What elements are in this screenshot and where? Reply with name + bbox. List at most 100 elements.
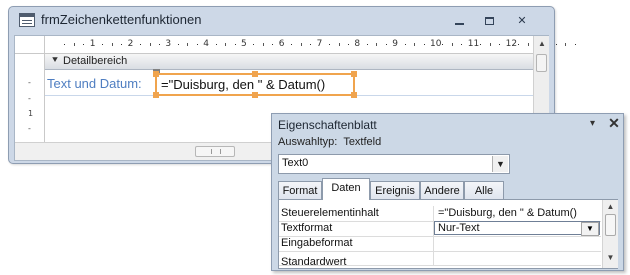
- property-name: Standardwert: [281, 256, 347, 266]
- vertical-ruler-mark: 1: [28, 109, 34, 118]
- ruler-tick: [300, 43, 302, 46]
- ruler-tick: [414, 43, 416, 46]
- ruler-tick: [451, 43, 453, 46]
- resize-handle[interactable]: [252, 92, 258, 98]
- property-value[interactable]: ="Duisburg, den " & Datum(): [438, 207, 577, 219]
- ruler-tick: [262, 43, 264, 46]
- restore-button[interactable]: [479, 13, 501, 29]
- form-app-icon: [19, 13, 35, 27]
- ruler-tick: [489, 43, 491, 46]
- ruler-number: 8: [354, 39, 361, 49]
- tab-alle[interactable]: Alle: [464, 181, 504, 199]
- resize-handle[interactable]: [153, 92, 159, 98]
- ruler-tick: [404, 44, 406, 45]
- restore-icon: [485, 17, 494, 25]
- ruler-tick: [565, 43, 567, 46]
- resize-handle[interactable]: [153, 71, 159, 77]
- ruler-tick: [442, 44, 444, 45]
- ruler-number: 3: [165, 39, 172, 49]
- tab-format[interactable]: Format: [278, 181, 322, 199]
- property-sheet-title: Eigenschaftenblatt: [278, 118, 377, 132]
- pane-menu-icon[interactable]: ▾: [590, 118, 595, 129]
- object-selector-value: Text0: [282, 157, 309, 169]
- combo-arrow-icon[interactable]: ▼: [581, 222, 599, 236]
- section-arrow-icon: ⯆: [51, 55, 59, 66]
- resize-handle[interactable]: [351, 92, 357, 98]
- ruler-tick: [64, 44, 66, 45]
- ruler-tick: [73, 43, 75, 46]
- scroll-up-button[interactable]: ▲: [604, 201, 617, 213]
- ruler-tick: [149, 43, 151, 46]
- ruler-tick: [347, 44, 349, 45]
- ruler-number: 4: [203, 39, 209, 49]
- scroll-thumb[interactable]: [605, 214, 616, 236]
- ruler-tick: [83, 44, 85, 45]
- ruler-tick: [234, 44, 236, 45]
- tab-andere[interactable]: Andere: [420, 181, 464, 199]
- property-row[interactable]: Textformat Nur-Text ▼: [279, 221, 601, 237]
- ruler-tick: [177, 44, 179, 45]
- ruler-tick: [140, 44, 142, 45]
- tab-ereignis[interactable]: Ereignis: [370, 181, 420, 199]
- property-row[interactable]: Eingabeformat: [279, 236, 601, 252]
- ruler-tick: [196, 44, 198, 45]
- ruler-number: 9: [392, 39, 398, 49]
- form-titlebar[interactable]: frmZeichenkettenfunktionen ✕: [9, 7, 554, 33]
- scroll-grip-icon: [211, 149, 221, 154]
- ruler-corner[interactable]: [15, 36, 45, 54]
- combo-arrow-icon[interactable]: ▼: [492, 156, 508, 172]
- property-grid-scrollbar[interactable]: ▲ ▼: [602, 200, 618, 268]
- ruler-tick: [461, 44, 463, 45]
- close-button[interactable]: ✕: [511, 13, 533, 29]
- ruler-tick: [158, 44, 160, 45]
- scroll-thumb[interactable]: [536, 54, 547, 72]
- ruler-tick: [225, 43, 227, 46]
- ruler-tick: [480, 44, 482, 45]
- ruler-number: 2: [127, 39, 134, 49]
- ruler-tick: [338, 43, 340, 46]
- ruler-tick: [499, 44, 501, 45]
- object-selector[interactable]: Text0 ▼: [278, 154, 510, 174]
- property-value[interactable]: Nur-Text: [438, 222, 480, 234]
- ruler-tick: [527, 43, 529, 46]
- form-window-title: frmZeichenkettenfunktionen: [41, 12, 202, 27]
- resize-handle[interactable]: [351, 71, 357, 77]
- tab-daten[interactable]: Daten: [322, 178, 370, 200]
- selection-type-label: Auswahltyp:: [278, 136, 338, 148]
- selection-type: Auswahltyp: Textfeld: [278, 136, 381, 148]
- ruler-number: 6: [278, 39, 285, 49]
- ruler-tick: [272, 44, 274, 45]
- property-row[interactable]: Steuerelementinhalt ="Duisburg, den " & …: [279, 206, 601, 222]
- property-grid: Steuerelementinhalt ="Duisburg, den " & …: [278, 199, 618, 269]
- ruler-tick: [423, 44, 425, 45]
- ruler-tick: [215, 44, 217, 45]
- textbox-expression: ="Duisburg, den " & Datum(): [161, 77, 326, 92]
- ruler-tick: [291, 44, 293, 45]
- ruler-tick: [385, 44, 387, 45]
- ruler-tick: [329, 44, 331, 45]
- horizontal-ruler[interactable]: 1 2 3 4 5 6 7 8 9 10 11 12: [45, 36, 576, 54]
- ruler-tick: [187, 43, 189, 46]
- vertical-ruler-mark: -: [28, 94, 31, 103]
- ruler-number: 7: [316, 39, 323, 49]
- ruler-tick: [366, 44, 368, 45]
- label-control[interactable]: Text und Datum:: [47, 76, 142, 91]
- detail-section-header[interactable]: ⯆ Detailbereich: [45, 54, 533, 70]
- property-sheet-close-button[interactable]: ✕: [606, 115, 622, 132]
- ruler-number: 10: [430, 39, 442, 49]
- ruler-number: 1: [89, 39, 96, 49]
- scroll-down-button[interactable]: ▼: [604, 252, 617, 264]
- resize-handle[interactable]: [252, 71, 258, 77]
- vertical-ruler[interactable]: - - 1 -: [15, 54, 45, 142]
- scroll-up-button[interactable]: ▲: [535, 37, 549, 51]
- ruler-tick: [253, 44, 255, 45]
- ruler-tick: [555, 44, 557, 45]
- close-icon: ✕: [517, 15, 527, 27]
- minimize-button[interactable]: [449, 13, 471, 29]
- textbox-control[interactable]: ="Duisburg, den " & Datum(): [153, 71, 357, 98]
- ruler-number: 12: [505, 39, 518, 49]
- ruler-tick: [121, 44, 123, 45]
- ruler-number: 5: [241, 39, 247, 49]
- property-row[interactable]: Standardwert: [279, 251, 601, 266]
- detail-section-label: Detailbereich: [63, 55, 128, 67]
